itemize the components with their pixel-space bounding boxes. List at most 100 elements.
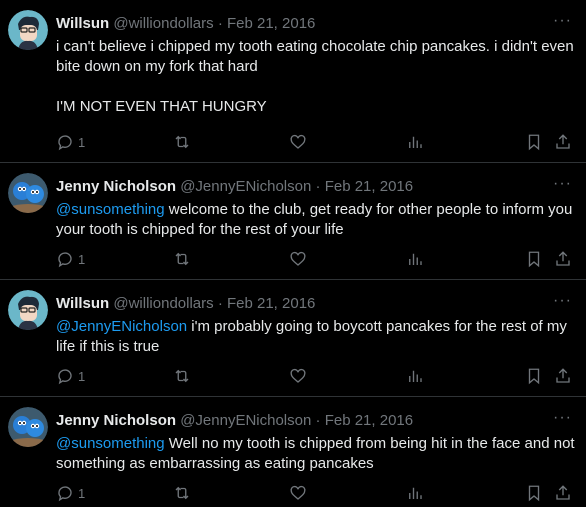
reply-icon xyxy=(58,252,72,268)
more-options-button[interactable]: ··· xyxy=(553,292,572,310)
like-button[interactable] xyxy=(289,366,307,386)
tweet-content: Willsun @williondollars · Feb 21, 2016 i… xyxy=(56,14,576,117)
tweet-header: Jenny Nicholson @JennyENicholson · Feb 2… xyxy=(56,177,576,197)
like-icon xyxy=(290,251,306,266)
views-button[interactable] xyxy=(406,483,424,503)
tweet-text: @sunsomething Well no my tooth is chippe… xyxy=(56,434,576,474)
tweet-content: Willsun @williondollars · Feb 21, 2016 @… xyxy=(56,294,576,357)
views-button[interactable] xyxy=(406,132,424,152)
retweet-button[interactable] xyxy=(173,366,191,386)
views-icon xyxy=(409,487,422,499)
share-icon xyxy=(556,134,570,149)
bookmark-button[interactable] xyxy=(525,249,543,269)
more-options-button[interactable]: ··· xyxy=(553,12,572,30)
bookmark-icon xyxy=(528,251,540,268)
tweet-body: i can't believe i chipped my tooth eatin… xyxy=(56,38,574,115)
share-icon xyxy=(556,485,570,500)
handle[interactable]: @williondollars xyxy=(113,15,213,32)
share-icon xyxy=(556,251,570,266)
avatar[interactable] xyxy=(8,173,48,213)
like-icon xyxy=(290,134,306,149)
tweet[interactable]: Willsun @williondollars · Feb 21, 2016 @… xyxy=(0,280,586,397)
share-button[interactable] xyxy=(554,366,572,386)
views-icon xyxy=(409,370,422,382)
handle[interactable]: @JennyENicholson xyxy=(180,412,311,429)
timeline: Willsun @williondollars · Feb 21, 2016 i… xyxy=(0,0,586,507)
timestamp[interactable]: Feb 21, 2016 xyxy=(227,15,315,32)
views-button[interactable] xyxy=(406,249,424,269)
retweet-button[interactable] xyxy=(173,483,191,503)
more-options-button[interactable]: ··· xyxy=(553,175,572,193)
share-button[interactable] xyxy=(554,132,572,152)
reply-button[interactable]: 1 xyxy=(56,132,85,152)
action-bar: 1 xyxy=(56,249,574,269)
tweet-header: Jenny Nicholson @JennyENicholson · Feb 2… xyxy=(56,411,576,431)
display-name[interactable]: Willsun xyxy=(56,295,109,312)
retweet-icon xyxy=(175,135,189,149)
timestamp[interactable]: Feb 21, 2016 xyxy=(227,295,315,312)
separator: · xyxy=(217,15,223,32)
like-button[interactable] xyxy=(289,249,307,269)
share-button[interactable] xyxy=(554,249,572,269)
mention-link[interactable]: @JennyENicholson xyxy=(56,318,187,335)
reply-count: 1 xyxy=(78,251,86,267)
tweet-text: @JennyENicholson i'm probably going to b… xyxy=(56,317,576,357)
reply-button[interactable]: 1 xyxy=(56,249,85,269)
timestamp[interactable]: Feb 21, 2016 xyxy=(325,178,413,195)
tweet-text: @sunsomething welcome to the club, get r… xyxy=(56,200,576,240)
reply-button[interactable]: 1 xyxy=(56,366,85,386)
avatar[interactable] xyxy=(8,407,48,447)
like-icon xyxy=(290,485,306,500)
reply-icon xyxy=(58,369,72,385)
like-icon xyxy=(290,368,306,383)
share-button[interactable] xyxy=(554,483,572,503)
bookmark-button[interactable] xyxy=(525,483,543,503)
mention-link[interactable]: @sunsomething xyxy=(56,435,165,452)
reply-count: 1 xyxy=(78,485,86,501)
views-button[interactable] xyxy=(406,366,424,386)
display-name[interactable]: Jenny Nicholson xyxy=(56,412,176,429)
tweet-text: i can't believe i chipped my tooth eatin… xyxy=(56,37,576,117)
retweet-icon xyxy=(175,486,189,500)
avatar[interactable] xyxy=(8,290,48,330)
reply-icon xyxy=(58,486,72,502)
display-name[interactable]: Willsun xyxy=(56,15,109,32)
display-name[interactable]: Jenny Nicholson xyxy=(56,178,176,195)
avatar[interactable] xyxy=(8,10,48,50)
retweet-icon xyxy=(175,369,189,383)
tweet[interactable]: Jenny Nicholson @JennyENicholson · Feb 2… xyxy=(0,163,586,280)
reply-count: 1 xyxy=(78,368,86,384)
bookmark-icon xyxy=(528,485,540,502)
tweet[interactable]: Jenny Nicholson @JennyENicholson · Feb 2… xyxy=(0,397,586,507)
handle[interactable]: @williondollars xyxy=(113,295,213,312)
views-icon xyxy=(409,253,422,265)
reply-button[interactable]: 1 xyxy=(56,483,85,503)
action-bar: 1 xyxy=(56,366,574,386)
more-options-button[interactable]: ··· xyxy=(553,409,572,427)
tweet[interactable]: Willsun @williondollars · Feb 21, 2016 i… xyxy=(0,0,586,163)
bookmark-button[interactable] xyxy=(525,132,543,152)
views-icon xyxy=(409,136,422,148)
like-button[interactable] xyxy=(289,483,307,503)
timestamp[interactable]: Feb 21, 2016 xyxy=(325,412,413,429)
mention-link[interactable]: @sunsomething xyxy=(56,201,165,218)
retweet-button[interactable] xyxy=(173,132,191,152)
share-icon xyxy=(556,368,570,383)
tweet-header: Willsun @williondollars · Feb 21, 2016 xyxy=(56,294,576,314)
separator: · xyxy=(315,178,321,195)
tweet-header: Willsun @williondollars · Feb 21, 2016 xyxy=(56,14,576,34)
like-button[interactable] xyxy=(289,132,307,152)
bookmark-icon xyxy=(528,368,540,385)
separator: · xyxy=(315,412,321,429)
handle[interactable]: @JennyENicholson xyxy=(180,178,311,195)
tweet-content: Jenny Nicholson @JennyENicholson · Feb 2… xyxy=(56,177,576,240)
retweet-icon xyxy=(175,252,189,266)
bookmark-icon xyxy=(528,134,540,151)
reply-icon xyxy=(58,135,72,151)
tweet-content: Jenny Nicholson @JennyENicholson · Feb 2… xyxy=(56,411,576,474)
separator: · xyxy=(217,295,223,312)
action-bar: 1 xyxy=(56,132,574,152)
action-bar: 1 xyxy=(56,483,574,503)
bookmark-button[interactable] xyxy=(525,366,543,386)
retweet-button[interactable] xyxy=(173,249,191,269)
